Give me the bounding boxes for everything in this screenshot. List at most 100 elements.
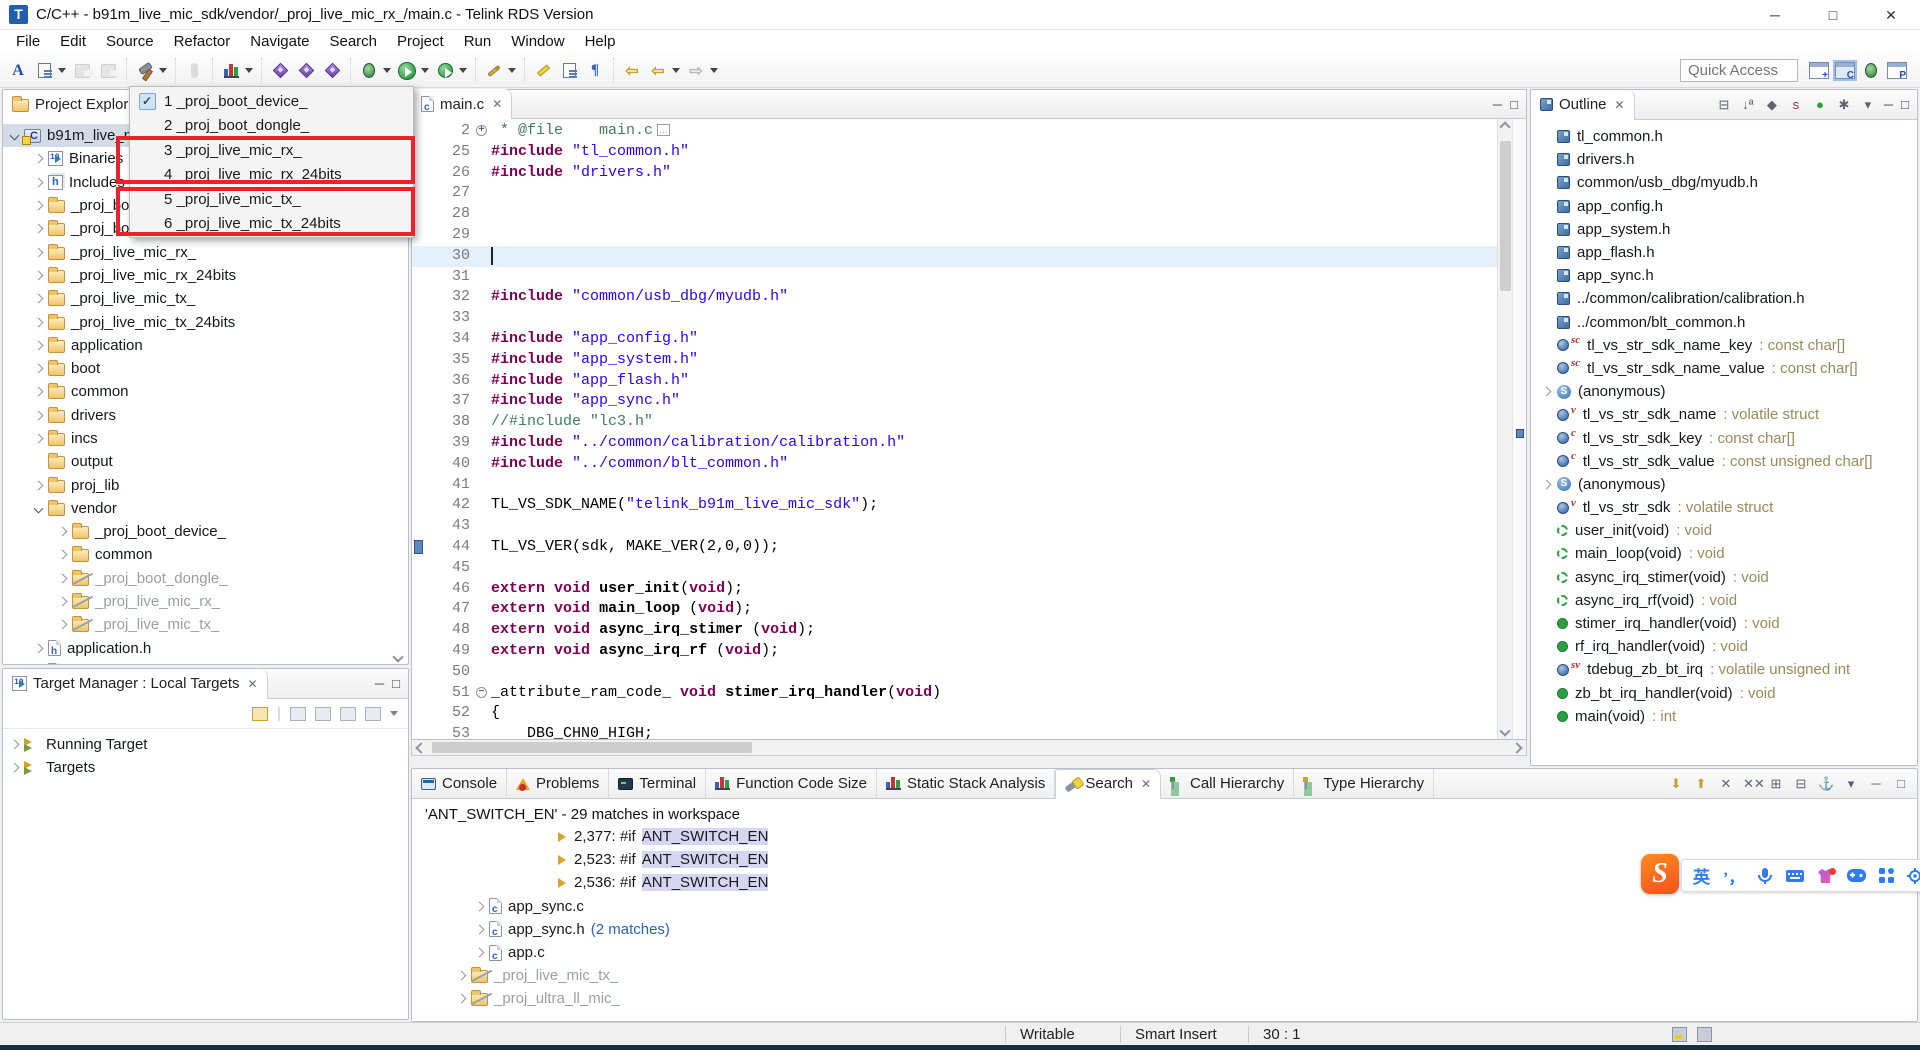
editor-maximize-icon[interactable]: □ xyxy=(1510,97,1518,112)
status-build-icon[interactable] xyxy=(1697,1027,1712,1042)
expand-all-icon[interactable]: ⊞ xyxy=(1768,776,1784,792)
console-tab-problems[interactable]: Problems xyxy=(507,769,609,799)
tree-item[interactable]: _proj_boot_dongle_ xyxy=(3,567,408,590)
target-item[interactable]: Running Target xyxy=(3,733,408,756)
outline-item[interactable]: sctl_vs_str_sdk_name_key: const char[] xyxy=(1531,334,1917,357)
external-tools-dropdown-icon[interactable] xyxy=(459,68,467,73)
expander-icon[interactable] xyxy=(34,317,44,327)
target-item[interactable]: Targets xyxy=(3,756,408,779)
code-line[interactable]: 33 xyxy=(412,308,1497,329)
outline-item[interactable]: rf_irq_handler(void): void xyxy=(1531,635,1917,658)
working-set-item[interactable]: 2 _proj_boot_dongle_ xyxy=(130,114,413,139)
code-line[interactable]: 27 xyxy=(412,183,1497,204)
expander-icon[interactable] xyxy=(457,971,467,981)
tree-item[interactable]: _proj_boot_device_ xyxy=(3,520,408,543)
code-line[interactable]: 37#include "app_sync.h" xyxy=(412,391,1497,412)
console-tab-terminal[interactable]: Terminal xyxy=(609,769,706,799)
code-line[interactable]: 46extern void user_init(void); xyxy=(412,579,1497,600)
menu-project[interactable]: Project xyxy=(387,30,454,54)
editor-tab-main-c[interactable]: main.c ✕ xyxy=(412,89,512,119)
console-maximize-icon[interactable]: □ xyxy=(1893,776,1909,791)
build-dropdown-icon[interactable] xyxy=(159,68,167,73)
code-line[interactable]: 52{ xyxy=(412,703,1497,724)
new-dropdown-icon[interactable] xyxy=(58,68,66,73)
search-file-row[interactable]: app.c xyxy=(412,941,1917,964)
menu-help[interactable]: Help xyxy=(575,30,626,54)
debug-button[interactable] xyxy=(357,59,381,83)
hscroll-thumb[interactable] xyxy=(432,742,752,753)
tm-sync-icon[interactable] xyxy=(365,707,381,721)
code-line[interactable]: 47extern void main_loop (void); xyxy=(412,599,1497,620)
outline-item[interactable]: app_sync.h xyxy=(1531,264,1917,287)
menu-navigate[interactable]: Navigate xyxy=(240,30,319,54)
code-line[interactable]: 43 xyxy=(412,516,1497,537)
expander-icon[interactable] xyxy=(34,270,44,280)
outline-hide-static-icon[interactable]: s xyxy=(1788,97,1804,112)
tree-item[interactable]: _proj_live_mic_rx_ xyxy=(3,590,408,613)
code-line[interactable]: 41 xyxy=(412,475,1497,496)
search-match-row[interactable]: 2,377: #if ANT_SWITCH_EN xyxy=(412,825,1917,848)
outline-item[interactable]: sctl_vs_str_sdk_name_value: const char[] xyxy=(1531,357,1917,380)
menu-source[interactable]: Source xyxy=(96,30,164,54)
tree-item[interactable]: proj_lib xyxy=(3,473,408,496)
code-line[interactable]: 25#include "tl_common.h" xyxy=(412,142,1497,163)
open-perspective-button[interactable]: + xyxy=(1809,62,1829,79)
outline-view-menu-icon[interactable]: ▾ xyxy=(1860,97,1876,113)
expander-icon[interactable] xyxy=(34,387,44,397)
show-whitespace-button[interactable]: ¶ xyxy=(583,59,607,83)
ime-mic-icon[interactable] xyxy=(1757,867,1773,885)
outline-sort-icon[interactable]: ↓ª xyxy=(1740,97,1756,112)
code-line[interactable]: 38//#include "lc3.h" xyxy=(412,412,1497,433)
mark-dropdown-icon[interactable] xyxy=(508,68,516,73)
outline-item[interactable]: ../common/calibration/calibration.h xyxy=(1531,287,1917,310)
expander-icon[interactable] xyxy=(34,340,44,350)
minimize-button[interactable]: ─ xyxy=(1746,0,1804,30)
expander-icon[interactable] xyxy=(34,364,44,374)
tree-item[interactable]: _proj_live_mic_rx_24bits xyxy=(3,264,408,287)
cpp-perspective-button[interactable]: C xyxy=(1835,62,1855,79)
expander-icon[interactable] xyxy=(58,550,68,560)
editor-minimize-icon[interactable]: ─ xyxy=(1493,97,1502,112)
expander-icon[interactable] xyxy=(58,597,68,607)
editor-tab-close-icon[interactable]: ✕ xyxy=(492,97,502,111)
flash-tool-1-button[interactable] xyxy=(268,59,292,83)
code-line[interactable]: 50 xyxy=(412,662,1497,683)
outline-item[interactable]: app_system.h xyxy=(1531,218,1917,241)
run-dropdown-icon[interactable] xyxy=(421,68,429,73)
expander-icon[interactable] xyxy=(58,573,68,583)
tree-item[interactable]: output xyxy=(3,450,408,473)
tree-item[interactable]: drivers.h xyxy=(3,660,408,664)
tree-item[interactable]: _proj_live_mic_tx_24bits xyxy=(3,310,408,333)
tm-export-icon[interactable] xyxy=(252,707,268,721)
code-line[interactable]: 39#include "../common/calibration/calibr… xyxy=(412,433,1497,454)
menu-refactor[interactable]: Refactor xyxy=(164,30,241,54)
outline-tab[interactable]: Outline ✕ xyxy=(1531,90,1635,120)
mark-occurrences-button[interactable] xyxy=(482,59,506,83)
search-folder-row[interactable]: _proj_live_mic_tx_ xyxy=(412,964,1917,987)
outline-item[interactable]: app_config.h xyxy=(1531,195,1917,218)
function-code-size-button[interactable] xyxy=(219,59,243,83)
flash-tool-2-button[interactable] xyxy=(294,59,318,83)
console-tab-console[interactable]: Console xyxy=(412,769,507,799)
expander-icon[interactable] xyxy=(34,177,44,187)
code-line[interactable]: 35#include "app_system.h" xyxy=(412,350,1497,371)
debug-perspective-button[interactable] xyxy=(1859,59,1883,83)
highlight-button[interactable] xyxy=(531,59,555,83)
target-manager-maximize-icon[interactable]: □ xyxy=(392,676,400,691)
expander-icon[interactable] xyxy=(34,154,44,164)
code-editor[interactable]: 2+ * @file main.c…25#include "tl_common.… xyxy=(411,119,1527,740)
outline-item[interactable]: async_irq_rf(void): void xyxy=(1531,589,1917,612)
debug-dropdown-icon[interactable] xyxy=(383,68,391,73)
expander-icon[interactable] xyxy=(10,763,20,773)
new-wizard-button[interactable] xyxy=(32,59,56,83)
outline-item[interactable]: drivers.h xyxy=(1531,148,1917,171)
tree-item[interactable]: drivers xyxy=(3,404,408,427)
expander-icon[interactable] xyxy=(475,948,485,958)
code-line[interactable]: 49extern void async_irq_rf (void); xyxy=(412,641,1497,662)
outline-close-icon[interactable]: ✕ xyxy=(1615,98,1625,112)
tree-item[interactable]: common xyxy=(3,543,408,566)
ime-apps-grid-icon[interactable] xyxy=(1879,868,1894,883)
outline-minimize-icon[interactable]: ─ xyxy=(1884,97,1893,112)
tree-item[interactable]: _proj_live_mic_tx_ xyxy=(3,613,408,636)
console-tab-close-icon[interactable]: ✕ xyxy=(1141,777,1151,791)
